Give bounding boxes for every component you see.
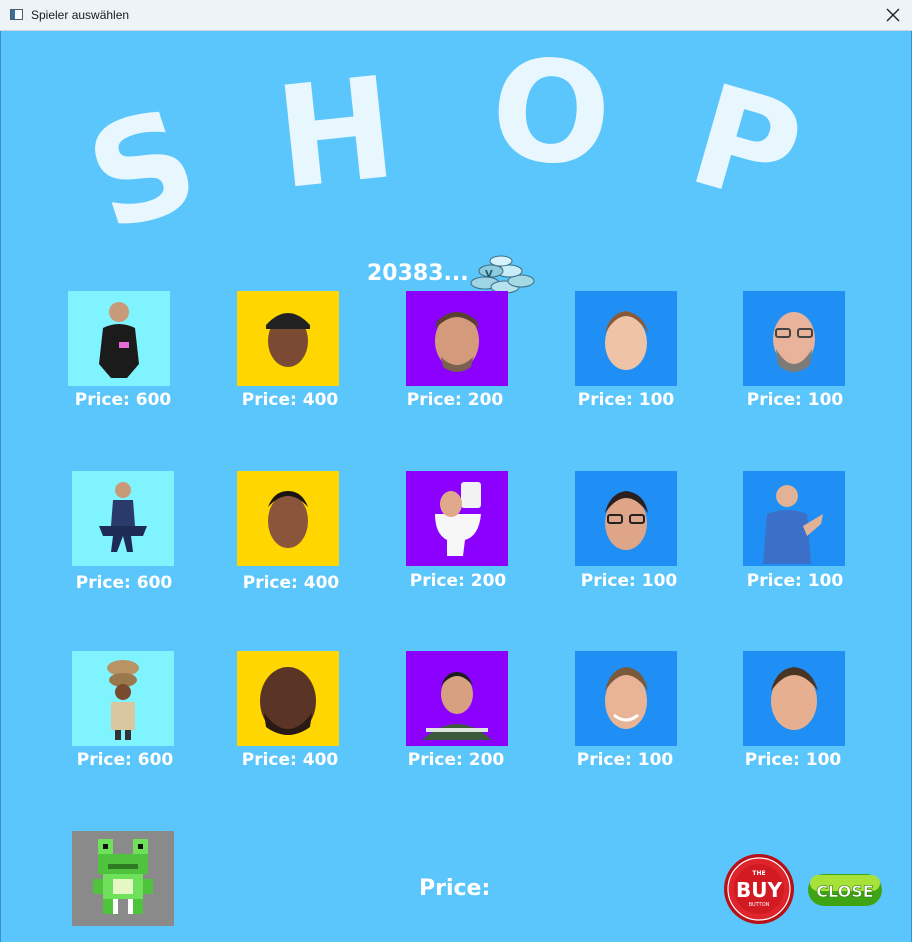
price-r2-c4: Price: 100: [580, 571, 678, 591]
portrait-icon: [422, 671, 492, 740]
tile-r3-c2[interactable]: [237, 651, 339, 746]
tile-r3-c1[interactable]: [72, 651, 174, 746]
face-young-man-icon: [605, 310, 648, 370]
price-r3-c2: Price: 400: [241, 750, 339, 770]
price-r2-c2: Price: 400: [242, 573, 340, 593]
face-cap-icon: [266, 312, 310, 367]
price-r2-c1: Price: 600: [75, 573, 173, 593]
person-doctor-icon: [763, 484, 823, 564]
face-bald-glasses-icon: [773, 311, 815, 372]
tile-r1-c2[interactable]: [237, 291, 339, 386]
buy-button-label: BUY: [736, 878, 782, 902]
tile-r2-c3[interactable]: [406, 471, 508, 566]
tile-r1-c1[interactable]: [68, 291, 170, 386]
svg-text:V: V: [485, 269, 493, 280]
price-r1-c2: Price: 400: [241, 390, 339, 410]
shop-title-letter-h: H: [269, 47, 403, 221]
tile-r3-c5[interactable]: [743, 651, 845, 746]
price-r1-c5: Price: 100: [746, 390, 844, 410]
coins-icon: V: [470, 255, 535, 294]
title-bar: Spieler auswählen: [0, 0, 912, 31]
price-r2-c5: Price: 100: [746, 571, 844, 591]
shop-window: S H O P 20383... V Price: 600 Price: 400…: [0, 31, 912, 942]
tile-r3-c3[interactable]: [406, 651, 508, 746]
tile-r2-c5[interactable]: [743, 471, 845, 566]
tile-r2-c4[interactable]: [575, 471, 677, 566]
tile-r1-c5[interactable]: [743, 291, 845, 386]
face-man-2-icon: [771, 666, 818, 730]
buy-button-top-text: THE: [752, 870, 765, 877]
face-bearded-icon: [260, 666, 316, 735]
close-button-label: CLOSE: [816, 882, 873, 901]
person-hoodie-icon: [99, 301, 139, 378]
close-icon[interactable]: [882, 4, 904, 26]
face-glasses-icon: [605, 490, 648, 550]
shop-title-letter-o: O: [486, 31, 616, 199]
price-r3-c3: Price: 200: [407, 750, 505, 770]
tile-r1-c4[interactable]: [575, 291, 677, 386]
face-smiling-icon: [605, 666, 648, 729]
price-r2-c3: Price: 200: [409, 571, 507, 591]
window-title: Spieler auswählen: [31, 8, 130, 22]
tile-r2-c2[interactable]: [237, 471, 339, 566]
face-smiling-man-icon: [435, 311, 479, 372]
person-sitting-icon: [99, 481, 147, 552]
buy-button-bottom-text: BUTTON: [749, 902, 770, 908]
coin-balance: 20383...: [367, 261, 469, 286]
app-window-icon: [10, 9, 23, 20]
face-man-icon: [268, 490, 308, 548]
price-r1-c4: Price: 100: [577, 390, 675, 410]
buy-button[interactable]: THE BUY BUTTON: [723, 853, 795, 925]
price-r1-c3: Price: 200: [406, 390, 504, 410]
selected-price-label: Price:: [419, 876, 491, 901]
tile-r3-c4[interactable]: [575, 651, 677, 746]
tile-r2-c1[interactable]: [72, 471, 174, 566]
price-r3-c1: Price: 600: [76, 750, 174, 770]
price-r1-c1: Price: 600: [74, 390, 172, 410]
frog-pixel-icon: [93, 838, 153, 914]
stacked-figure-icon: [107, 659, 139, 740]
toilet-head-icon: [435, 481, 481, 556]
tile-r1-c3[interactable]: [406, 291, 508, 386]
shop-title: S H O P: [70, 31, 818, 264]
shop-title-letter-p: P: [674, 54, 818, 239]
shop-title-letter-s: S: [70, 78, 216, 264]
close-button[interactable]: CLOSE: [807, 872, 883, 908]
price-r3-c5: Price: 100: [744, 750, 842, 770]
selected-avatar-tile[interactable]: [72, 831, 174, 926]
price-r3-c4: Price: 100: [576, 750, 674, 770]
